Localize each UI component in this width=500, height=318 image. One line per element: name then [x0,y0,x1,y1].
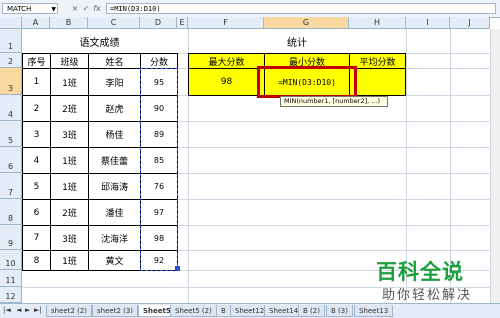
table-cell[interactable]: 李阳 [88,68,141,96]
table-cell[interactable]: 邱海涛 [88,173,141,200]
column-header-g[interactable]: G [264,17,349,29]
column-header-c[interactable]: C [88,17,140,29]
stats-value-max[interactable]: 98 [188,68,265,96]
fx-icon[interactable]: fx [92,3,102,14]
table-cell[interactable]: 1班 [50,68,89,96]
name-box-value: MATCH [7,5,32,13]
column-header-i[interactable]: I [406,17,450,29]
formula-bar: MATCH ▼ × ✓ fx =MIN(D3:D10) [0,0,500,18]
table-cell[interactable]: 1班 [50,147,89,174]
table-cell[interactable]: 1班 [50,173,89,200]
formula-input[interactable]: =MIN(D3:D10) [106,3,496,14]
sheet-tab[interactable]: Sheet13 [354,305,394,317]
score-table-title: 语文成绩 [79,37,120,49]
row-header-8[interactable]: 8 [0,199,22,225]
table-cell[interactable]: 3 [22,121,51,148]
header-cell-score[interactable]: 分数 [140,53,178,69]
row-header-3[interactable]: 3 [0,68,22,95]
table-cell[interactable]: 98 [140,225,178,251]
table-cell[interactable]: 黄文 [88,250,141,271]
table-cell[interactable]: 89 [140,121,178,148]
stats-title: 统计 [287,37,307,49]
column-header-b[interactable]: B [50,17,88,29]
table-cell[interactable]: 85 [140,147,178,174]
row-header-1[interactable]: 1 [0,29,22,53]
table-cell[interactable]: 2班 [50,199,89,226]
header-cell-name[interactable]: 姓名 [88,53,141,69]
table-cell[interactable]: 90 [140,95,178,122]
row-header-2[interactable]: 2 [0,53,22,68]
table-cell[interactable]: 5 [22,173,51,200]
table-cell[interactable]: 1班 [50,250,89,271]
tab-last-icon[interactable]: ►| [34,306,42,314]
table-cell[interactable]: 赵虎 [88,95,141,122]
name-box[interactable]: MATCH ▼ [2,3,58,14]
table-cell[interactable]: 95 [140,68,178,96]
column-header-e[interactable]: E [177,17,188,29]
sheet-tab[interactable]: sheet2 (2) [46,305,93,317]
stats-value-min-editing[interactable]: =MIN(D3:D10) [264,68,350,96]
table-cell[interactable]: 沈海洋 [88,225,141,251]
column-header-d[interactable]: D [140,17,177,29]
sheet-tab[interactable]: Sheet5 (2) [170,305,217,317]
tab-first-icon[interactable]: |◄ [3,306,11,314]
table-cell[interactable]: 杨佳 [88,121,141,148]
table-cell[interactable]: 97 [140,199,178,226]
tab-next-icon[interactable]: ► [25,306,30,314]
table-cell[interactable]: 92 [140,250,178,271]
stats-header-max[interactable]: 最大分数 [188,53,265,69]
stats-header-min[interactable]: 最小分数 [264,53,350,69]
table-cell[interactable]: 潘佳 [88,199,141,226]
chevron-down-icon[interactable]: ▼ [51,4,56,15]
row-header-11[interactable]: 11 [0,270,22,287]
table-cell[interactable]: 2班 [50,95,89,122]
column-header-h[interactable]: H [349,17,406,29]
table-cell[interactable]: 8 [22,250,51,271]
stats-header-avg[interactable]: 平均分数 [349,53,406,69]
table-cell[interactable]: 2 [22,95,51,122]
cancel-icon[interactable]: × [70,3,80,14]
table-cell[interactable]: 3班 [50,225,89,251]
function-tooltip: MIN(number1, [number2], ...) [280,96,388,107]
table-cell[interactable]: 蔡佳蕾 [88,147,141,174]
sheet-tab[interactable]: B [216,305,231,317]
tab-prev-icon[interactable]: ◄ [16,306,21,314]
watermark-logo: 百科全说 助你轻松解决 [372,256,500,306]
column-header-j[interactable]: J [450,17,490,29]
watermark-subtitle: 助你轻松解决 [382,288,473,303]
table-cell[interactable]: 76 [140,173,178,200]
row-header-7[interactable]: 7 [0,173,22,199]
sheet-tab[interactable]: B (3) [326,305,353,317]
row-header-5[interactable]: 5 [0,121,22,147]
header-cell-index[interactable]: 序号 [22,53,51,69]
sheet-tab[interactable]: B (2) [298,305,325,317]
column-header-a[interactable]: A [22,17,50,29]
table-cell[interactable]: 3班 [50,121,89,148]
select-all-corner[interactable] [0,17,22,29]
enter-icon[interactable]: ✓ [81,3,91,14]
row-header-9[interactable]: 9 [0,225,22,250]
row-header-10[interactable]: 10 [0,250,22,270]
table-cell[interactable]: 6 [22,199,51,226]
sheet-tab[interactable]: sheet2 (3) [92,305,139,317]
table-cell[interactable]: 4 [22,147,51,174]
column-header-f[interactable]: F [188,17,264,29]
watermark-title: 百科全说 [376,260,464,284]
header-cell-class[interactable]: 班级 [50,53,89,69]
table-cell[interactable]: 7 [22,225,51,251]
row-header-12[interactable]: 12 [0,287,22,303]
range-handle[interactable] [175,266,180,271]
row-header-4[interactable]: 4 [0,95,22,121]
row-header-6[interactable]: 6 [0,147,22,173]
stats-value-avg[interactable] [349,68,406,96]
table-cell[interactable]: 1 [22,68,51,96]
